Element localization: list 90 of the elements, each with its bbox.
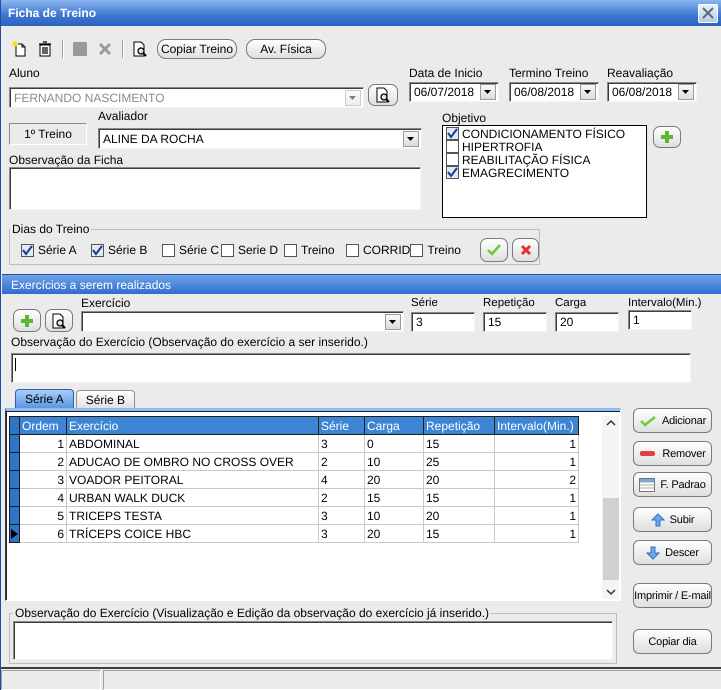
table-cell: 20	[364, 524, 424, 542]
checkbox-label: Série C	[179, 243, 220, 257]
section-header: Exercícios a serem realizados	[2, 274, 721, 294]
table-cell: 1	[20, 434, 66, 452]
list-item-label: REABILITAÇÃO FÍSICA	[462, 152, 590, 166]
table-cell: 2	[494, 470, 578, 488]
table-cell: 15	[424, 488, 494, 506]
text-field[interactable]: 20	[555, 312, 619, 332]
group-label: Dias do Treino	[11, 222, 90, 236]
field-label: Série	[411, 296, 438, 310]
table-cell: 20	[364, 470, 424, 488]
table-cell: ABDOMINAL	[66, 434, 318, 452]
text-field[interactable]: 15	[483, 312, 547, 332]
table-cell: 1	[494, 434, 578, 452]
table-cell: ADUCAO DE OMBRO NO CROSS OVER	[66, 452, 318, 470]
table-cell: 0	[364, 434, 424, 452]
toolbar-button[interactable]: Copiar Treino	[157, 39, 237, 59]
checkbox-label: CORRID	[363, 243, 410, 257]
table-cell: 5	[20, 506, 66, 524]
field-label: Exercício	[81, 296, 132, 310]
field-label: Objetivo	[442, 111, 488, 125]
field-label: Observação da Ficha	[9, 153, 124, 167]
table-cell: URBAN WALK DUCK	[66, 488, 318, 506]
list-item-label: CONDICIONAMENTO FÍSICO	[462, 126, 626, 140]
toolbar-button[interactable]: Av. Física	[246, 39, 326, 59]
column-header[interactable]: Exercício	[66, 416, 318, 434]
field-label: Observação do Exercício (Observação do exercício a ser inserido.)	[11, 335, 368, 349]
table-cell: 10	[364, 452, 424, 470]
checkbox-label: Serie D	[238, 243, 278, 257]
table-cell: 2	[318, 488, 364, 506]
tab[interactable]: Série B	[76, 390, 136, 408]
action-button[interactable]: Descer	[633, 540, 712, 565]
table-cell: 4	[20, 488, 66, 506]
table-cell: 25	[424, 452, 494, 470]
table-cell: VOADOR PEITORAL	[66, 470, 318, 488]
action-button[interactable]: Copiar dia	[633, 629, 712, 654]
group-label: Observação do Exercício (Visualização e Edição da observação do exercício já inserido.)	[14, 606, 490, 620]
field-label: Data de Inicio	[409, 66, 484, 80]
field-label: Intervalo(Min.)	[628, 296, 702, 310]
table-cell: 1	[494, 524, 578, 542]
table-cell: 4	[318, 470, 364, 488]
table-cell: TRÍCEPS COICE HBC	[66, 524, 318, 542]
table-cell: 15	[424, 434, 494, 452]
column-header[interactable]: Série	[318, 416, 364, 434]
table-cell: 3	[318, 506, 364, 524]
field-label: Avaliador	[98, 109, 149, 123]
column-header[interactable]: Ordem	[20, 416, 66, 434]
treino-badge: 1º Treino	[9, 123, 87, 145]
list-item-label: HIPERTROFIA	[462, 140, 542, 154]
checkbox-label: Série B	[108, 243, 148, 257]
date-dropdown[interactable]: 06/07/2018	[409, 82, 499, 102]
table-cell: 2	[318, 452, 364, 470]
column-header[interactable]: Repetição	[424, 416, 494, 434]
date-dropdown[interactable]: 06/08/2018	[509, 82, 599, 102]
action-button[interactable]: F. Padrao	[633, 472, 712, 497]
field-label: Reavaliação	[607, 66, 674, 80]
table-cell: 3	[318, 434, 364, 452]
text-field[interactable]: 3	[411, 312, 475, 332]
text-field[interactable]: 1	[628, 310, 692, 330]
table-cell: 3	[318, 524, 364, 542]
tab[interactable]: Série A	[15, 389, 74, 408]
field-label: Termino Treino	[509, 66, 590, 80]
table-cell: 15	[364, 488, 424, 506]
field-label: Aluno	[9, 66, 41, 80]
table-cell: 20	[424, 470, 494, 488]
field-label: Repetição	[483, 296, 535, 310]
table-cell: 2	[20, 452, 66, 470]
table-cell: 15	[424, 524, 494, 542]
date-dropdown[interactable]: 06/08/2018	[607, 82, 697, 102]
checkbox-label: Treino	[427, 243, 461, 257]
table-cell: 10	[364, 506, 424, 524]
column-header[interactable]: Intervalo(Min.)	[494, 416, 578, 434]
table-cell: 1	[494, 488, 578, 506]
table-cell: 20	[424, 506, 494, 524]
action-button[interactable]: Subir	[633, 507, 712, 532]
column-header[interactable]: Carga	[364, 416, 424, 434]
table-cell: 1	[494, 506, 578, 524]
table-cell: 6	[20, 524, 66, 542]
checkbox-label: Treino	[301, 243, 335, 257]
table-cell: 3	[20, 470, 66, 488]
table-cell: TRICEPS TESTA	[66, 506, 318, 524]
evaluator-dropdown[interactable]: ALINE DA ROCHA	[98, 128, 422, 149]
action-button[interactable]: Imprimir / E-mail	[633, 583, 712, 608]
action-button[interactable]: Adicionar	[633, 408, 712, 433]
action-button[interactable]: Remover	[633, 441, 712, 466]
list-item-label: EMAGRECIMENTO	[462, 166, 570, 180]
field-label: Carga	[555, 296, 586, 310]
window-title: Ficha de Treino	[8, 6, 98, 20]
table-cell: 1	[494, 452, 578, 470]
checkbox-label: Série A	[38, 243, 77, 257]
